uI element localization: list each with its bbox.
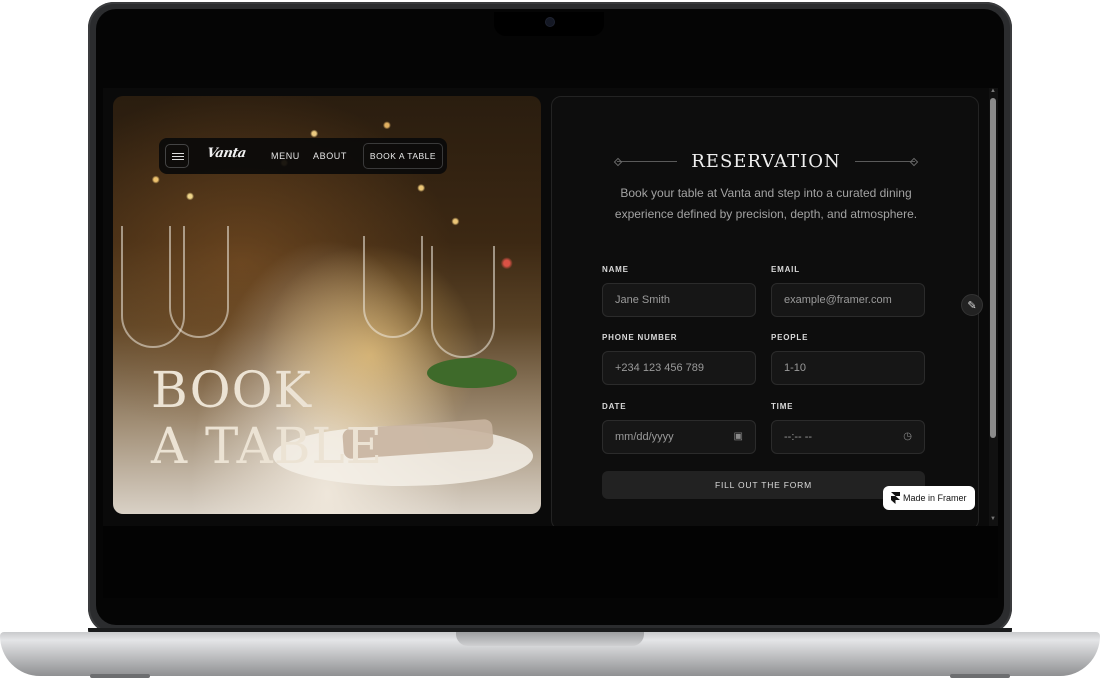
time-placeholder: --:-- --: [784, 431, 813, 443]
submit-button[interactable]: FILL OUT THE FORM: [602, 471, 925, 499]
ornament-left: [616, 161, 677, 162]
phone-field[interactable]: +234 123 456 789: [602, 351, 756, 385]
brand-logo[interactable]: Vanta: [206, 146, 247, 161]
pencil-icon: ✎: [967, 300, 977, 312]
scroll-down-arrow-icon[interactable]: ▼: [990, 516, 996, 522]
wine-glass: [363, 236, 423, 338]
phone-label: PHONE NUMBER: [602, 333, 678, 342]
edit-pencil-button[interactable]: ✎: [961, 294, 983, 316]
camera-icon: [546, 18, 554, 26]
scroll-up-arrow-icon[interactable]: ▲: [990, 88, 996, 94]
clock-icon[interactable]: ◷: [903, 421, 912, 453]
screen-bottom-area: [103, 526, 998, 598]
reservation-panel: RESERVATION Book your table at Vanta and…: [551, 96, 979, 526]
hamburger-icon-line: [172, 156, 184, 157]
garnish: [427, 358, 517, 388]
reservation-heading: RESERVATION: [552, 151, 980, 172]
nav-link-about[interactable]: ABOUT: [313, 151, 347, 161]
made-in-framer-badge[interactable]: Made in Framer: [883, 486, 975, 510]
date-field[interactable]: mm/dd/yyyy ▣: [602, 420, 756, 454]
nav-link-menu[interactable]: MENU: [271, 151, 300, 161]
ornament-right: [855, 161, 916, 162]
people-label: PEOPLE: [771, 333, 809, 342]
hamburger-menu-button[interactable]: [165, 144, 189, 168]
people-field[interactable]: 1-10: [771, 351, 925, 385]
laptop-foot: [950, 674, 1010, 678]
hero-title: BOOK A TABLE: [151, 362, 383, 474]
reservation-description: Book your table at Vanta and step into a…: [614, 186, 918, 221]
hero-title-line-2: A TABLE: [151, 417, 384, 475]
wine-glass: [431, 246, 495, 358]
date-placeholder: mm/dd/yyyy: [615, 431, 674, 443]
time-field[interactable]: --:-- -- ◷: [771, 420, 925, 454]
laptop-foot: [90, 674, 150, 678]
name-label: NAME: [602, 265, 629, 274]
laptop-thumb-notch: [456, 632, 644, 646]
wine-glass: [169, 226, 229, 338]
date-label: DATE: [602, 402, 627, 411]
framer-icon: [891, 492, 900, 504]
reservation-title: RESERVATION: [691, 151, 841, 172]
top-nav: Vanta MENU ABOUT BOOK A TABLE: [159, 138, 447, 174]
email-label: EMAIL: [771, 265, 800, 274]
hero-title-line-1: BOOK: [151, 361, 313, 419]
browser-viewport: BOOK A TABLE Vanta MENU ABOUT BOOK A TAB…: [103, 88, 998, 526]
book-a-table-button[interactable]: BOOK A TABLE: [363, 143, 443, 169]
hamburger-icon: [172, 153, 184, 154]
time-label: TIME: [771, 402, 794, 411]
hero-image: BOOK A TABLE Vanta MENU ABOUT BOOK A TAB…: [113, 96, 541, 514]
name-field[interactable]: Jane Smith: [602, 283, 756, 317]
scrollbar[interactable]: ▲ ▼: [989, 88, 998, 526]
scroll-thumb[interactable]: [990, 98, 996, 438]
hamburger-icon-line: [172, 159, 184, 160]
calendar-icon[interactable]: ▣: [734, 421, 743, 453]
made-in-framer-label: Made in Framer: [903, 493, 967, 503]
email-field[interactable]: example@framer.com: [771, 283, 925, 317]
